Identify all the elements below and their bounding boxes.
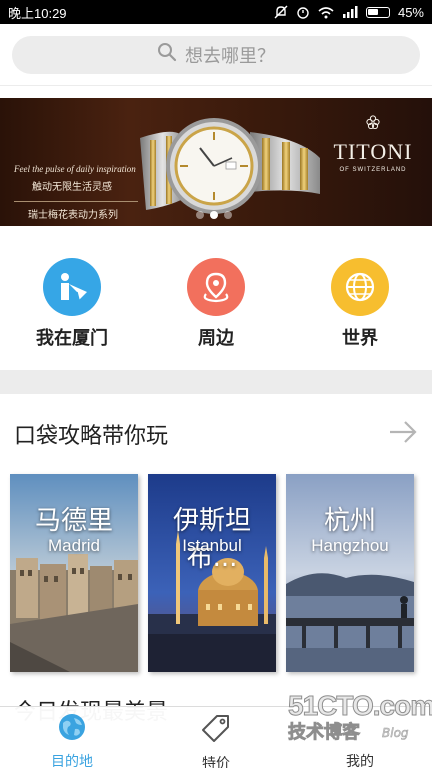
price-tag-icon	[201, 713, 231, 747]
status-icons: 45%	[274, 5, 424, 20]
brand-name: TITONI	[333, 139, 413, 164]
status-bar: 晚上10:29 45%	[0, 0, 432, 24]
card-title-en: Madrid	[48, 536, 100, 555]
tab-deals[interactable]: 特价	[144, 707, 288, 768]
promo-banner[interactable]: Feel the pulse of daily inspiration 触动无限…	[0, 98, 432, 226]
banner-slogan-cn: 触动无限生活灵感	[32, 182, 112, 193]
card-title-cn: 马德里	[34, 506, 113, 536]
brand-logo: TITONI OF SWITZERLAND	[330, 114, 416, 173]
banner-slogan: Feel the pulse of daily inspiration 触动无限…	[14, 164, 138, 221]
tab-label: 特价	[202, 756, 230, 768]
category-label: 周边	[198, 328, 234, 349]
category-world[interactable]: 世界	[288, 226, 432, 370]
pagination-dot[interactable]	[196, 211, 204, 219]
watermark: 51CTO.com 技术博客 Blog	[288, 690, 432, 760]
category-label: 世界	[342, 328, 378, 349]
alarm-icon	[296, 5, 310, 19]
search-area: 想去哪里？	[0, 24, 432, 86]
pagination-dot-active[interactable]	[210, 211, 218, 219]
battery-icon	[365, 6, 390, 18]
brand-subtitle: OF SWITZERLAND	[339, 167, 407, 173]
status-time: 晚上10:29	[8, 5, 67, 21]
card-title-en: Hangzhou	[311, 536, 389, 555]
map-pin-icon	[187, 258, 245, 316]
card-title-cn: 杭州	[323, 506, 376, 536]
wifi-icon	[318, 6, 334, 19]
guide-section-header[interactable]: 口袋攻略带你玩	[0, 394, 432, 474]
signal-icon	[342, 6, 358, 18]
silent-icon	[274, 5, 288, 19]
category-row: 我在厦门 周边 世界	[0, 226, 432, 370]
tab-label: 目的地	[51, 754, 93, 768]
tab-destination[interactable]: 目的地	[0, 707, 144, 768]
category-xiamen[interactable]: 我在厦门	[0, 226, 144, 370]
destination-globe-icon	[58, 713, 86, 745]
pagination-dot[interactable]	[224, 211, 232, 219]
card-title-en: Istanbul	[182, 536, 242, 555]
category-label: 我在厦门	[36, 328, 108, 349]
guide-card-list: 马德里 Madrid 伊斯坦布... Istanbul 杭州 Hangzhou	[10, 474, 414, 672]
search-input[interactable]: 想去哪里？	[12, 35, 420, 74]
search-icon	[157, 42, 177, 67]
guide-section-title: 口袋攻略带你玩	[14, 424, 169, 449]
location-person-icon	[43, 258, 101, 316]
arrow-right-icon[interactable]	[388, 420, 418, 448]
search-placeholder: 想去哪里？	[185, 45, 275, 67]
watermark-blog-en: Blog	[382, 726, 409, 741]
flower-logo-icon	[366, 115, 380, 130]
guide-card-hangzhou[interactable]: 杭州 Hangzhou	[286, 474, 414, 672]
battery-percent: 45%	[397, 4, 424, 20]
category-nearby[interactable]: 周边	[144, 226, 288, 370]
globe-icon	[331, 258, 389, 316]
banner-slogan-en: Feel the pulse of daily inspiration	[14, 164, 136, 174]
guide-card-istanbul[interactable]: 伊斯坦布... Istanbul	[148, 474, 276, 672]
banner-pagination	[196, 211, 232, 219]
section-divider	[0, 370, 432, 394]
guide-card-madrid[interactable]: 马德里 Madrid	[10, 474, 138, 672]
banner-product-line: 瑞士梅花表动力系列	[14, 201, 138, 221]
